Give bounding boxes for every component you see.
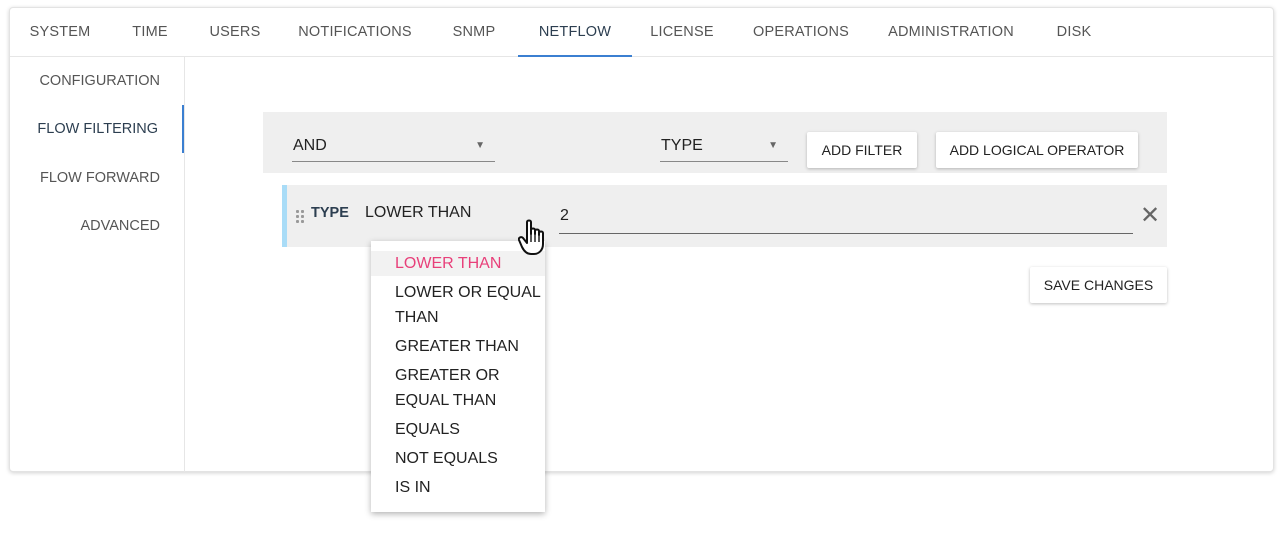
rule-value-input[interactable] [559, 198, 1133, 234]
drag-handle-icon[interactable] [296, 210, 306, 224]
tab-license[interactable]: LICENSE [642, 8, 722, 57]
sidebar-item-flow-forward[interactable]: FLOW FORWARD [9, 154, 184, 202]
tab-netflow[interactable]: NETFLOW [518, 8, 632, 57]
chevron-down-icon: ▼ [768, 140, 778, 151]
dropdown-option[interactable]: IS IN [371, 475, 545, 500]
filter-rule-row: TYPE LOWER THAN ✕ [282, 185, 1167, 247]
close-icon[interactable]: ✕ [1140, 204, 1160, 228]
sidebar-nav: CONFIGURATION FLOW FILTERING FLOW FORWAR… [10, 57, 185, 472]
hand-cursor-icon [518, 219, 544, 255]
dropdown-option[interactable]: LOWER OR EQUAL THAN [371, 280, 545, 330]
tab-snmp[interactable]: SNMP [440, 8, 508, 57]
tab-operations[interactable]: OPERATIONS [742, 8, 860, 57]
tab-system[interactable]: SYSTEM [20, 8, 100, 57]
rule-field-label: TYPE [311, 205, 349, 221]
sidebar-item-advanced[interactable]: ADVANCED [9, 202, 184, 250]
dropdown-option[interactable]: GREATER OR EQUAL THAN [371, 363, 545, 413]
dropdown-option[interactable]: NOT EQUALS [371, 446, 545, 471]
dropdown-option[interactable]: GREATER THAN [371, 334, 545, 359]
add-filter-button[interactable]: ADD FILTER [807, 132, 917, 168]
tab-disk[interactable]: DISK [1042, 8, 1106, 57]
add-logical-operator-button[interactable]: ADD LOGICAL OPERATOR [936, 132, 1138, 168]
chevron-down-icon: ▼ [475, 140, 485, 151]
tab-notifications[interactable]: NOTIFICATIONS [290, 8, 420, 57]
save-changes-button[interactable]: SAVE CHANGES [1030, 267, 1167, 303]
settings-tabbar: SYSTEM TIME USERS NOTIFICATIONS SNMP NET… [10, 8, 1273, 57]
operator-dropdown-menu: LOWER THAN LOWER OR EQUAL THAN GREATER T… [371, 241, 545, 512]
logical-operator-select[interactable]: AND ▼ [292, 130, 495, 162]
filter-type-select[interactable]: TYPE ▼ [660, 130, 788, 162]
dropdown-option[interactable]: EQUALS [371, 417, 545, 442]
tab-users[interactable]: USERS [200, 8, 270, 57]
logical-operator-value: AND [293, 137, 327, 154]
tab-time[interactable]: TIME [120, 8, 180, 57]
rule-operator-select[interactable]: LOWER THAN [365, 204, 471, 222]
filter-type-value: TYPE [661, 137, 703, 154]
sidebar-item-configuration[interactable]: CONFIGURATION [9, 57, 184, 105]
filter-builder-bar: AND ▼ TYPE ▼ ADD FILTER ADD LOGICAL OPER… [263, 112, 1167, 173]
sidebar-item-flow-filtering[interactable]: FLOW FILTERING [9, 105, 184, 153]
tab-administration[interactable]: ADMINISTRATION [880, 8, 1022, 57]
